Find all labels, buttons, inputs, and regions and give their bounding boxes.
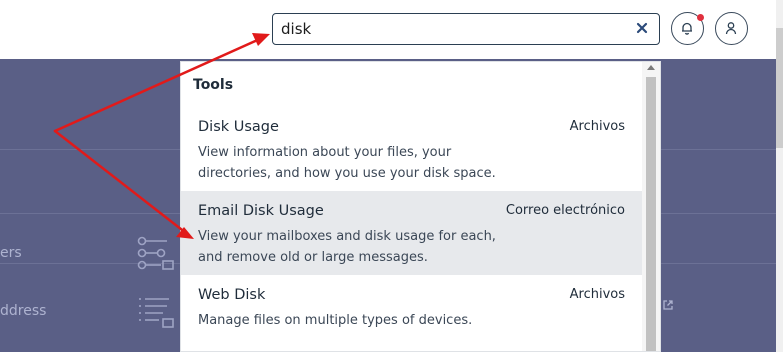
bell-icon bbox=[682, 22, 692, 35]
account-button[interactable] bbox=[715, 12, 748, 45]
result-category: Correo electrónico bbox=[505, 203, 625, 218]
search-results-dropdown: Tools Disk Usage Archivos View informati… bbox=[180, 61, 661, 352]
dropdown-scrollbar-thumb[interactable] bbox=[646, 77, 656, 351]
notification-badge bbox=[697, 14, 704, 21]
mail-filter-icon bbox=[137, 236, 174, 270]
notifications-button[interactable] bbox=[671, 12, 704, 45]
result-category: Archivos bbox=[569, 119, 625, 134]
result-title: Web Disk bbox=[198, 287, 266, 303]
result-description: View information about your files, your … bbox=[198, 145, 496, 181]
mail-list-icon bbox=[139, 298, 174, 328]
search-box[interactable] bbox=[272, 13, 660, 45]
close-icon[interactable] bbox=[634, 20, 650, 36]
result-description: Manage files on multiple types of device… bbox=[198, 313, 473, 328]
search-input[interactable] bbox=[281, 18, 621, 40]
user-icon bbox=[725, 22, 737, 35]
result-item-web-disk[interactable]: Web Disk Archivos Manage files on multip… bbox=[181, 275, 643, 351]
background-item-label: ers bbox=[0, 245, 22, 261]
page-scrollbar-thumb[interactable] bbox=[776, 28, 783, 148]
section-title: Tools bbox=[193, 77, 234, 93]
scroll-up-arrow-icon[interactable] bbox=[647, 65, 655, 70]
dropdown-scrollbar[interactable] bbox=[642, 62, 660, 351]
result-title: Email Disk Usage bbox=[198, 203, 324, 219]
result-item-disk-usage[interactable]: Disk Usage Archivos View information abo… bbox=[181, 107, 643, 191]
result-item-email-disk-usage[interactable]: Email Disk Usage Correo electrónico View… bbox=[181, 191, 643, 275]
result-title: Disk Usage bbox=[198, 119, 279, 135]
result-category: Archivos bbox=[569, 287, 625, 302]
top-bar bbox=[0, 0, 783, 59]
external-link-icon[interactable] bbox=[662, 299, 674, 311]
background-item-label: ddress bbox=[0, 303, 47, 319]
result-description: View your mailboxes and disk usage for e… bbox=[198, 229, 496, 265]
